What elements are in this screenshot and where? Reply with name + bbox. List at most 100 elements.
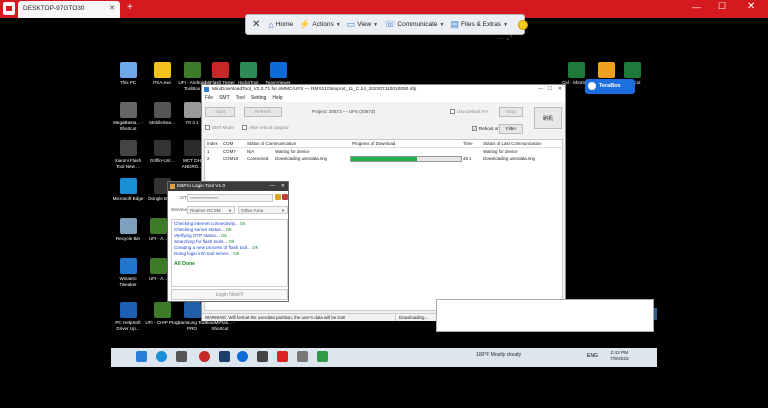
row1-com: COM7 (223, 149, 236, 154)
chevron-down-icon: ▼ (503, 21, 509, 28)
toolbar-minimize-icon[interactable]: — (498, 36, 504, 42)
login-title-text: EBPro Login Tool V1.0 (177, 184, 226, 189)
stop-button[interactable]: Stop (499, 107, 523, 117)
session-tab-title: DESKTOP-97GTO30 (23, 5, 85, 12)
lightning-icon: ⚡ (299, 19, 311, 29)
gallery-icon[interactable] (297, 351, 308, 362)
toolbar-view-button[interactable]: ▭ View ▼ (347, 19, 378, 30)
tool-icon[interactable] (257, 351, 268, 362)
app-icon[interactable] (277, 351, 288, 362)
desktop-icon[interactable]: Winaero Tweaker (111, 258, 145, 287)
shortcut-icon (623, 62, 641, 78)
window-close-icon[interactable]: ✕ (747, 1, 755, 12)
minimize-icon[interactable]: — (538, 86, 543, 92)
language-indicator[interactable]: ENG (587, 353, 598, 359)
edge-icon[interactable] (156, 351, 167, 362)
brand-button[interactable]: 刷机 (534, 107, 562, 129)
checkmark-icon: ✓ (472, 126, 477, 131)
checkbox-box (242, 125, 247, 130)
desktop-icon[interactable]: MegaBasta... - Shortcut (111, 102, 145, 131)
desktop-icon[interactable]: UFI - CHIP Prog (145, 302, 179, 326)
area-select[interactable]: Other Area ▼ (238, 206, 288, 214)
shortcut-icon (119, 102, 137, 118)
window-maximize-icon[interactable]: ☐ (718, 1, 726, 12)
desktop-icon-label: Xiaomi Flash Tool New ... (114, 158, 142, 169)
project-label: Project: 20673 --- UFS (20673) (312, 109, 376, 114)
maximize-icon[interactable]: ☐ (548, 86, 552, 92)
desktop-icon-label: Griffin-Unl... (149, 158, 175, 163)
window-minimize-icon[interactable]: — (692, 2, 701, 12)
log-line-text: Searching for flash tools... (174, 239, 229, 244)
row2-index: 2 (207, 156, 210, 161)
flash-title-bar: MiniDownloadTool_V2.0.71 for eMMC/UFS — … (202, 85, 565, 94)
toolbar-close-button[interactable]: ✕ (252, 19, 262, 30)
weather-widget[interactable]: 100°F Mostly cloudy (476, 352, 521, 358)
log-line-ok: Ok (228, 239, 235, 244)
monitor-icon: ▭ (346, 19, 356, 29)
desktop-icon-label: XiaoMiFlas... - Shortcut (205, 320, 235, 331)
toolbar-files-button[interactable]: ▤ Files & Extras ▼ (450, 19, 508, 30)
files-label: Files & Extras (460, 21, 502, 28)
desktop-icon[interactable]: Griffin-Unl... (145, 140, 179, 164)
anydesk-logo-icon[interactable] (3, 2, 15, 15)
session-tab[interactable]: DESKTOP-97GTO30 ✕ (18, 1, 120, 18)
key-icon[interactable] (275, 194, 281, 200)
otp-field[interactable]: **************** (187, 194, 273, 202)
desktop-icon[interactable]: PC HelpSoft Driver Up... (111, 302, 145, 331)
smt-mode-checkbox[interactable]: SMT Mode (205, 125, 234, 130)
checkbox-box (450, 109, 455, 114)
menu-help[interactable]: Help (272, 95, 282, 102)
download-icon[interactable] (317, 351, 328, 362)
close-icon[interactable]: ✕ (558, 86, 562, 92)
refresh-button[interactable]: Refresh (244, 107, 282, 117)
login-now-button[interactable]: Login Now!!! (171, 289, 288, 300)
log-line-text: Doing login into tool server... (174, 251, 234, 256)
row2-comm: Downloading userdata.img (275, 156, 327, 161)
shortcut-icon (153, 62, 171, 78)
after-reboot-checkbox[interactable]: After reboot Upgrad (242, 125, 289, 130)
login-log-panel: Checking internet connectivity... Ok Chec… (171, 219, 288, 287)
app-red-icon[interactable] (199, 351, 210, 362)
log-line-text: Verifying OTP status... (174, 233, 221, 238)
chevron-down-icon: ▼ (439, 21, 445, 28)
close-icon[interactable]: ✕ (281, 183, 285, 189)
app-blue-icon[interactable] (219, 351, 230, 362)
tab-close-icon[interactable]: ✕ (109, 4, 115, 12)
teamviewer-icon[interactable] (237, 351, 248, 362)
desktop-icon[interactable]: Xiaomi Flash Tool New ... (111, 140, 145, 169)
menu-smt[interactable]: SMT (219, 95, 230, 102)
desktop-icon[interactable]: MobileSea... (145, 102, 179, 126)
desktop-icon[interactable]: TeamViewer (261, 62, 295, 86)
start-button[interactable]: Start (205, 107, 235, 117)
toolbar-expand-icon[interactable]: ⤢ (507, 35, 513, 43)
minimize-icon[interactable]: — (270, 183, 275, 189)
log-line-text: Checking server status... (174, 227, 226, 232)
desktop-icon[interactable]: Recycle Bin (111, 218, 145, 242)
home-icon: ⌂ (268, 19, 274, 30)
clock[interactable]: 2:42 PM 7/9/2023 (610, 351, 629, 363)
desktop-icon-label: PSA.exe (153, 80, 171, 85)
toolbar-feedback-button[interactable] (514, 19, 529, 30)
start-icon[interactable] (136, 351, 147, 362)
tool-icon[interactable] (282, 194, 288, 200)
terabox-badge[interactable]: TeraBox (585, 79, 635, 94)
menu-tool[interactable]: Tool (236, 95, 245, 102)
desktop-icon[interactable]: Microsoft Edge (111, 178, 145, 202)
desktop-icon[interactable]: PSA.exe (145, 62, 179, 86)
toolbar-communicate-button[interactable]: ☏ Communicate ▼ (384, 19, 444, 30)
filter-button[interactable]: Filter (499, 124, 523, 134)
desktop-icon[interactable]: This PC (111, 62, 145, 86)
search-icon[interactable] (176, 351, 187, 362)
desktop-icon-label: UFI - CHIP Prog (145, 320, 179, 325)
close-x-icon: ✕ (252, 19, 261, 30)
service-value: Realme RCSM (190, 208, 221, 213)
desktop-icon[interactable]: HydraTool (231, 62, 265, 86)
use-default-fh-checkbox[interactable]: Use Default FH (450, 109, 488, 114)
menu-setting[interactable]: Setting (251, 95, 267, 102)
desktop-icon-label: Winaero Tweaker (119, 276, 137, 287)
toolbar-actions-button[interactable]: ⚡ Actions ▼ (299, 19, 341, 30)
toolbar-home-button[interactable]: ⌂ Home (268, 20, 293, 30)
service-select[interactable]: Realme RCSM ▼ (187, 206, 235, 214)
menu-file[interactable]: File (205, 95, 213, 102)
new-tab-button[interactable]: + (127, 3, 133, 13)
